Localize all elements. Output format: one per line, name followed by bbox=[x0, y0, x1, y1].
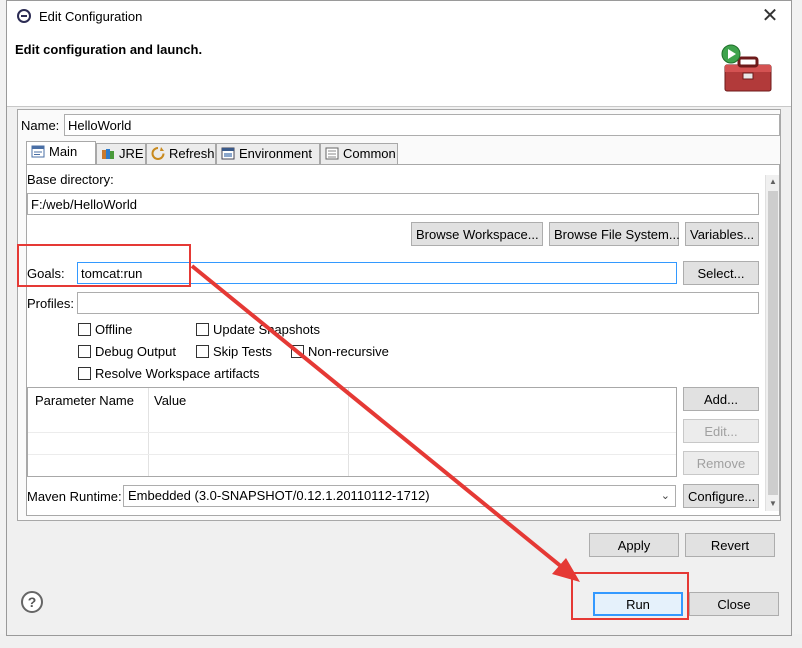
annotation-arrow-thick-line bbox=[190, 264, 570, 574]
annotation-arrow bbox=[190, 264, 580, 582]
